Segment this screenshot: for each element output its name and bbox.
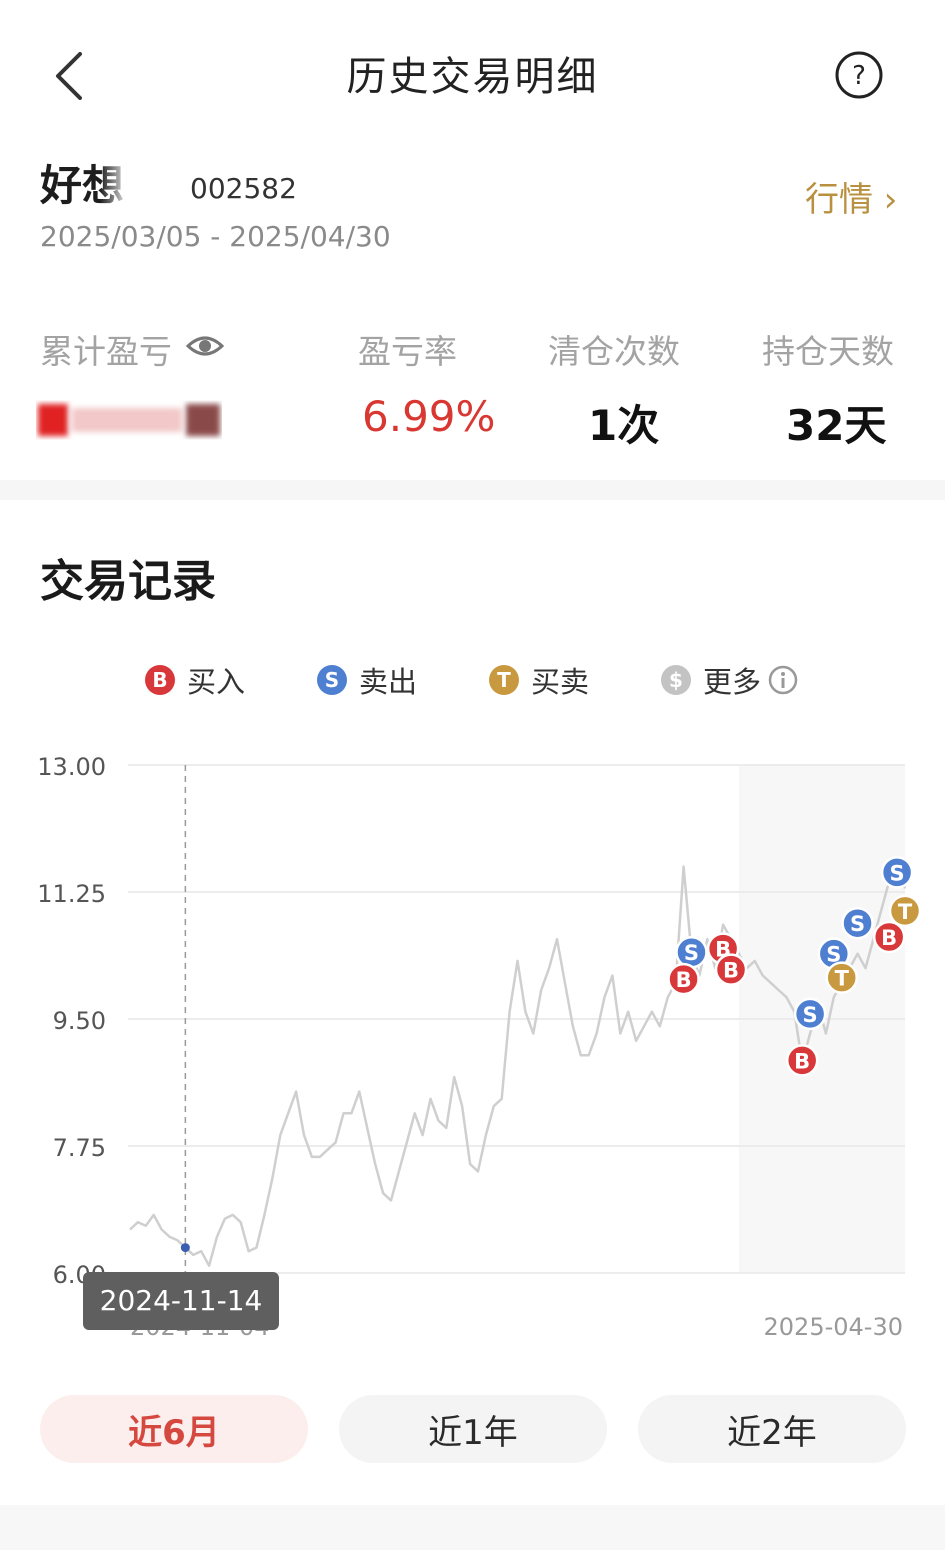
help-button[interactable]: ? [834,50,884,100]
privacy-mask [100,160,180,204]
stock-code: 002582 [190,172,297,205]
legend-trade: T 买卖 [489,658,589,702]
legend-buy: B 买入 [145,658,245,702]
buy-marker-label: B [794,1049,810,1073]
stat-pnl-label: 累计盈亏 [40,332,172,371]
y-tick-label: 11.25 [37,880,106,908]
question-circle-icon: ? [835,51,883,99]
trade-marker-icon: T [489,665,519,695]
trade-marker-label: T [898,900,913,924]
sell-marker-label: S [890,861,905,885]
legend-more[interactable]: $ 更多 [661,658,799,702]
price-chart[interactable]: 13.0011.259.507.756.002024-11-042025-04-… [0,740,945,1360]
buy-marker-label: B [723,959,739,983]
buy-marker-label: B [676,968,692,992]
range-button-6m[interactable]: 近6月 [40,1395,308,1463]
sell-marker-label: S [684,941,699,965]
range-button-2y[interactable]: 近2年 [638,1395,906,1463]
eye-toggle[interactable] [185,330,225,362]
stat-clear-label: 清仓次数 [548,332,680,371]
legend-more-label: 更多 [703,665,762,699]
section-title: 交易记录 [40,556,216,607]
y-tick-label: 7.75 [53,1134,106,1162]
sell-marker-label: S [850,912,865,936]
info-circle-icon[interactable] [767,664,799,696]
section-divider [0,480,945,500]
sell-marker-icon: S [317,665,347,695]
svg-text:?: ? [852,61,866,91]
y-tick-label: 9.50 [53,1007,106,1035]
market-link[interactable]: 行情 › [805,172,897,221]
buy-marker-label: B [881,926,897,950]
stat-rate-label: 盈亏率 [358,332,457,371]
dollar-marker-icon: $ [661,665,691,695]
bottom-strip [0,1505,945,1550]
range-button-1y[interactable]: 近1年 [339,1395,607,1463]
legend-sell-label: 卖出 [359,665,418,699]
stat-rate-value: 6.99% [362,392,496,441]
eye-icon [185,336,225,356]
legend-buy-label: 买入 [187,665,246,699]
date-range: 2025/03/05 - 2025/04/30 [40,220,391,253]
trade-marker-label: T [835,967,850,991]
date-tooltip-label: 2024-11-14 [100,1284,263,1317]
x-end-label: 2025-04-30 [764,1313,903,1341]
stat-clear-value: 1次 [588,401,660,450]
crosshair-point [180,1243,190,1253]
stat-days-value: 32天 [786,401,887,450]
y-tick-label: 13.00 [37,753,106,781]
pnl-value-blurred [36,400,222,440]
legend-sell: S 卖出 [317,658,417,702]
buy-marker-icon: B [145,665,175,695]
page-title: 历史交易明细 [346,54,599,100]
legend-trade-label: 买卖 [531,665,590,699]
stat-days-label: 持仓天数 [762,332,894,371]
sell-marker-label: S [803,1003,818,1027]
